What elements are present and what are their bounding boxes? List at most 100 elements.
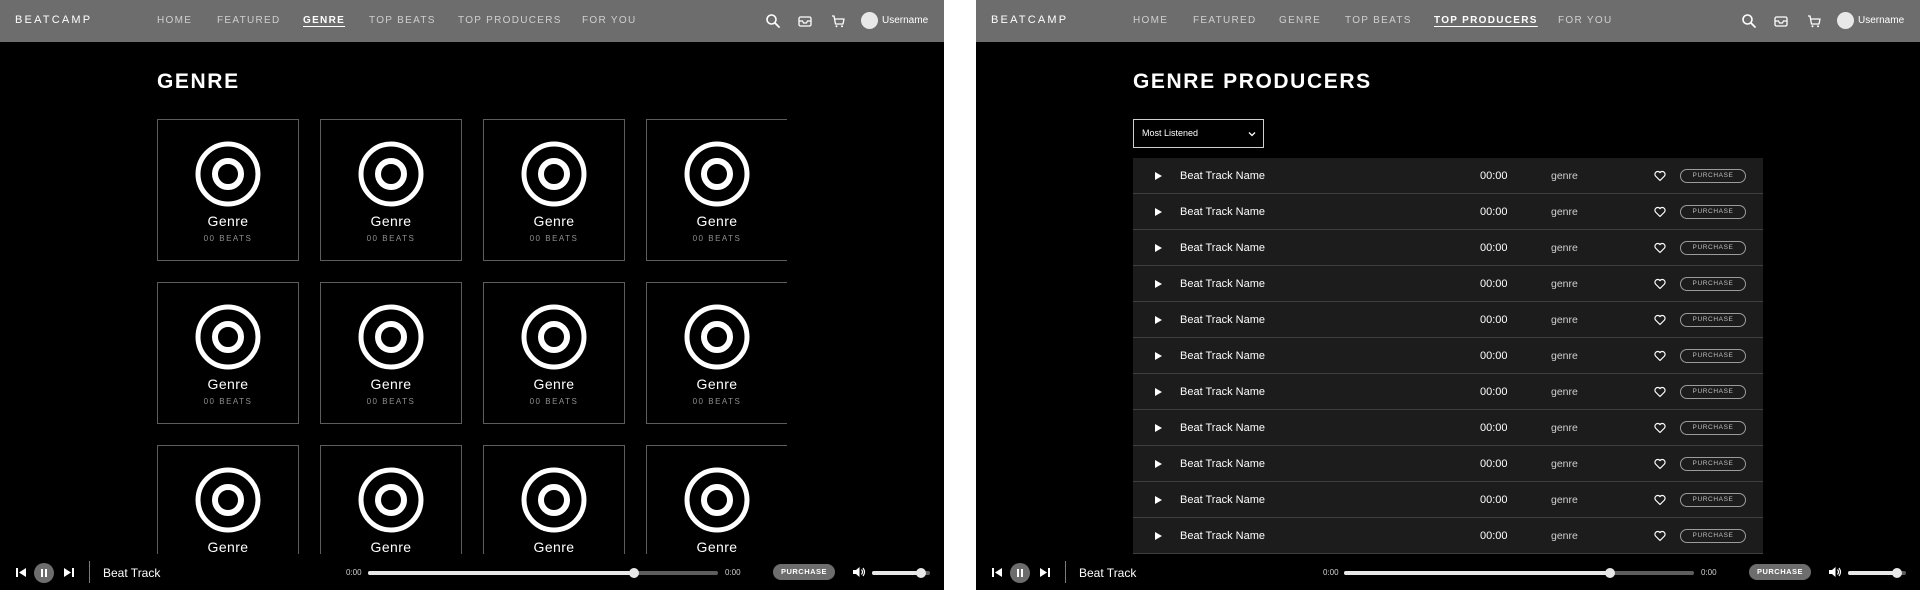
nav-top-producers[interactable]: TOP PRODUCERS — [458, 15, 562, 26]
purchase-button[interactable]: PURCHASE — [1680, 421, 1746, 435]
next-track-icon[interactable] — [1039, 567, 1051, 578]
play-icon[interactable] — [1153, 531, 1163, 541]
nav-for-you[interactable]: FOR YOU — [1558, 15, 1612, 26]
purchase-button[interactable]: PURCHASE — [1680, 169, 1746, 183]
track-row[interactable]: Beat Track Name 00:00 genre PURCHASE — [1133, 518, 1763, 554]
track-name[interactable]: Beat Track Name — [1180, 314, 1265, 326]
heart-icon[interactable] — [1654, 422, 1666, 434]
progress-bar[interactable] — [1344, 571, 1694, 575]
purchase-button[interactable]: PURCHASE — [1680, 205, 1746, 219]
cart-icon[interactable] — [830, 13, 846, 29]
genre-card[interactable]: Genre00 BEATS — [320, 282, 462, 424]
nav-for-you[interactable]: FOR YOU — [582, 15, 636, 26]
volume-knob[interactable] — [916, 568, 927, 578]
beatcamp-logo[interactable]: BEATCAMP — [991, 14, 1068, 26]
genre-card[interactable]: Genre00 BEATS — [157, 445, 299, 554]
track-row[interactable]: Beat Track Name 00:00 genre PURCHASE — [1133, 482, 1763, 518]
play-icon[interactable] — [1153, 207, 1163, 217]
track-row[interactable]: Beat Track Name 00:00 genre PURCHASE — [1133, 302, 1763, 338]
track-name[interactable]: Beat Track Name — [1180, 386, 1265, 398]
genre-card[interactable]: Genre00 BEATS — [646, 119, 787, 261]
genre-card[interactable]: Genre00 BEATS — [483, 445, 625, 554]
track-name[interactable]: Beat Track Name — [1180, 350, 1265, 362]
cart-icon[interactable] — [1806, 13, 1822, 29]
volume-icon[interactable] — [852, 566, 866, 578]
nav-top-producers[interactable]: TOP PRODUCERS — [1434, 15, 1538, 26]
player-purchase-button[interactable]: PURCHASE — [1749, 564, 1811, 580]
play-icon[interactable] — [1153, 315, 1163, 325]
purchase-button[interactable]: PURCHASE — [1680, 313, 1746, 327]
sort-dropdown[interactable]: Most Listened — [1133, 119, 1264, 148]
heart-icon[interactable] — [1654, 494, 1666, 506]
progress-knob[interactable] — [1605, 568, 1615, 578]
track-row[interactable]: Beat Track Name 00:00 genre PURCHASE — [1133, 446, 1763, 482]
play-icon[interactable] — [1153, 243, 1163, 253]
track-name[interactable]: Beat Track Name — [1180, 170, 1265, 182]
purchase-button[interactable]: PURCHASE — [1680, 385, 1746, 399]
username[interactable]: Username — [882, 15, 928, 26]
beatcamp-logo[interactable]: BEATCAMP — [15, 14, 92, 26]
nav-featured[interactable]: FEATURED — [217, 15, 281, 26]
track-name[interactable]: Beat Track Name — [1180, 458, 1265, 470]
play-icon[interactable] — [1153, 387, 1163, 397]
purchase-button[interactable]: PURCHASE — [1680, 529, 1746, 543]
play-icon[interactable] — [1153, 279, 1163, 289]
genre-card[interactable]: Genre00 BEATS — [320, 445, 462, 554]
play-icon[interactable] — [1153, 351, 1163, 361]
purchase-button[interactable]: PURCHASE — [1680, 241, 1746, 255]
pause-button[interactable] — [34, 563, 54, 583]
heart-icon[interactable] — [1654, 350, 1666, 362]
track-row[interactable]: Beat Track Name 00:00 genre PURCHASE — [1133, 230, 1763, 266]
play-icon[interactable] — [1153, 459, 1163, 469]
heart-icon[interactable] — [1654, 314, 1666, 326]
purchase-button[interactable]: PURCHASE — [1680, 277, 1746, 291]
genre-card[interactable]: Genre00 BEATS — [483, 119, 625, 261]
track-name[interactable]: Beat Track Name — [1180, 278, 1265, 290]
track-name[interactable]: Beat Track Name — [1180, 422, 1265, 434]
heart-icon[interactable] — [1654, 278, 1666, 290]
genre-card[interactable]: Genre00 BEATS — [646, 445, 787, 554]
nav-home[interactable]: HOME — [157, 15, 192, 26]
purchase-button[interactable]: PURCHASE — [1680, 457, 1746, 471]
play-icon[interactable] — [1153, 495, 1163, 505]
nav-genre[interactable]: GENRE — [303, 15, 345, 26]
heart-icon[interactable] — [1654, 206, 1666, 218]
heart-icon[interactable] — [1654, 458, 1666, 470]
nav-top-beats[interactable]: TOP BEATS — [369, 15, 436, 26]
play-icon[interactable] — [1153, 423, 1163, 433]
search-icon[interactable] — [1741, 13, 1757, 29]
avatar[interactable] — [1837, 12, 1854, 29]
genre-card[interactable]: Genre00 BEATS — [320, 119, 462, 261]
progress-knob[interactable] — [629, 568, 639, 578]
nav-top-beats[interactable]: TOP BEATS — [1345, 15, 1412, 26]
track-row[interactable]: Beat Track Name 00:00 genre PURCHASE — [1133, 194, 1763, 230]
genre-card[interactable]: Genre00 BEATS — [646, 282, 787, 424]
pause-button[interactable] — [1010, 563, 1030, 583]
genre-card[interactable]: Genre00 BEATS — [157, 282, 299, 424]
track-row[interactable]: Beat Track Name 00:00 genre PURCHASE — [1133, 158, 1763, 194]
progress-bar[interactable] — [368, 571, 718, 575]
purchase-button[interactable]: PURCHASE — [1680, 349, 1746, 363]
player-purchase-button[interactable]: PURCHASE — [773, 564, 835, 580]
volume-knob[interactable] — [1892, 568, 1903, 578]
track-name[interactable]: Beat Track Name — [1180, 494, 1265, 506]
search-icon[interactable] — [765, 13, 781, 29]
inbox-icon[interactable] — [1773, 13, 1789, 29]
track-name[interactable]: Beat Track Name — [1180, 242, 1265, 254]
purchase-button[interactable]: PURCHASE — [1680, 493, 1746, 507]
previous-track-icon[interactable] — [15, 567, 27, 578]
track-name[interactable]: Beat Track Name — [1180, 530, 1265, 542]
track-row[interactable]: Beat Track Name 00:00 genre PURCHASE — [1133, 410, 1763, 446]
heart-icon[interactable] — [1654, 386, 1666, 398]
track-row[interactable]: Beat Track Name 00:00 genre PURCHASE — [1133, 338, 1763, 374]
previous-track-icon[interactable] — [991, 567, 1003, 578]
username[interactable]: Username — [1858, 15, 1904, 26]
heart-icon[interactable] — [1654, 530, 1666, 542]
next-track-icon[interactable] — [63, 567, 75, 578]
nav-genre[interactable]: GENRE — [1279, 15, 1321, 26]
avatar[interactable] — [861, 12, 878, 29]
genre-card[interactable]: Genre00 BEATS — [157, 119, 299, 261]
track-row[interactable]: Beat Track Name 00:00 genre PURCHASE — [1133, 266, 1763, 302]
play-icon[interactable] — [1153, 171, 1163, 181]
track-row[interactable]: Beat Track Name 00:00 genre PURCHASE — [1133, 374, 1763, 410]
